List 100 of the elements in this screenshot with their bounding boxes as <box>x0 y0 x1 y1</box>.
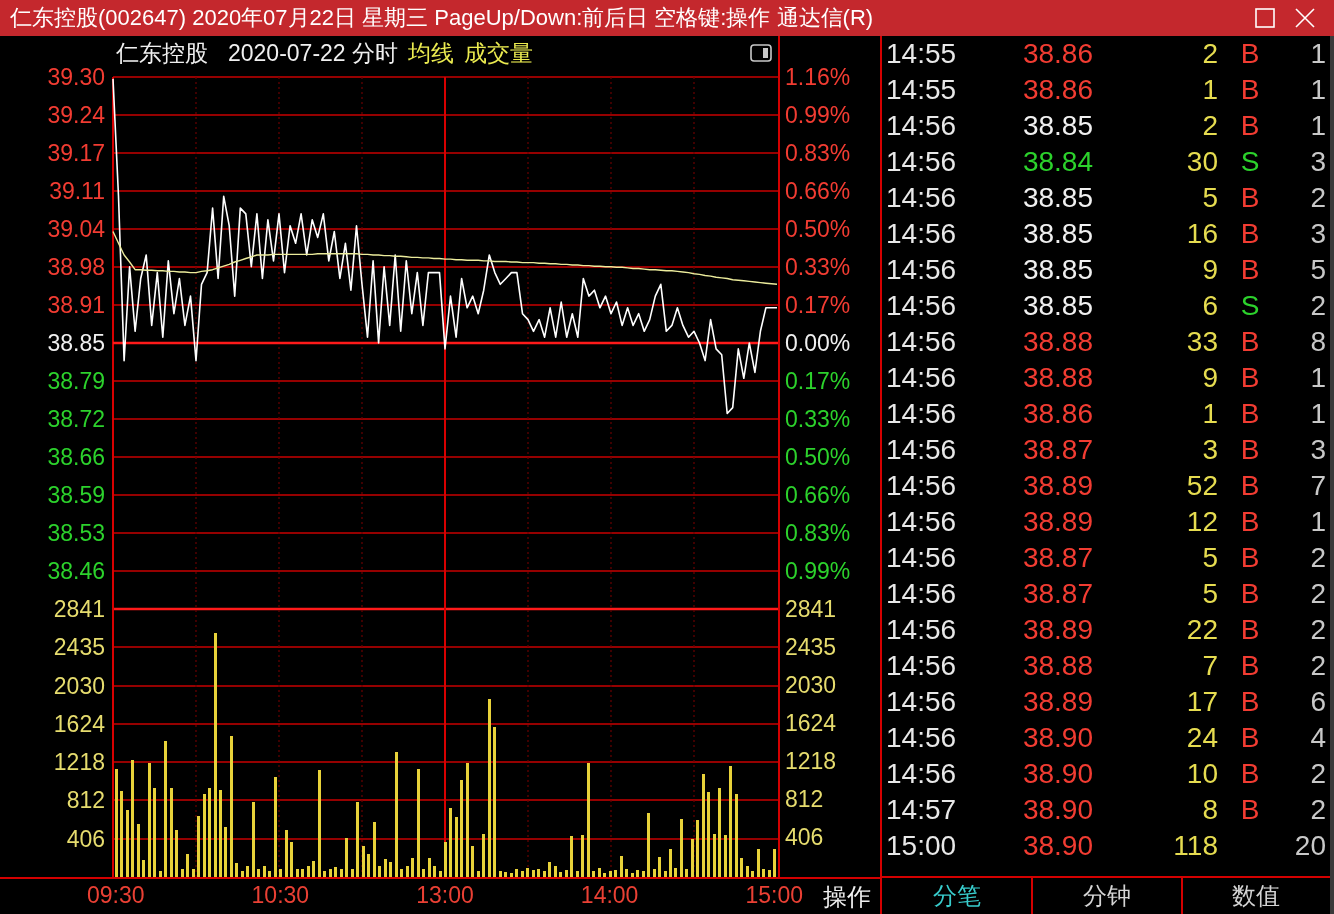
trade-side: B <box>1240 652 1260 680</box>
trade-price: 38.89 <box>1022 616 1093 644</box>
trade-volume: 2 <box>1202 40 1218 68</box>
trade-time: 14:55 <box>886 40 957 68</box>
trade-price: 38.86 <box>1022 76 1093 104</box>
trade-side: B <box>1240 328 1260 356</box>
price-axis-label: 38.59 <box>47 482 105 509</box>
trade-side: B <box>1240 40 1260 68</box>
trade-volume: 24 <box>1186 724 1218 752</box>
trade-time: 14:56 <box>886 544 957 572</box>
trade-volume: 5 <box>1202 580 1218 608</box>
trade-side: B <box>1240 580 1260 608</box>
percent-label: 0.50% <box>785 217 851 241</box>
trade-count: 1 <box>1310 508 1326 536</box>
volume-axis-label: 812 <box>785 787 824 811</box>
trade-time: 14:56 <box>886 328 957 356</box>
trade-time: 15:00 <box>886 832 957 860</box>
percent-label: 0.33% <box>785 407 851 431</box>
trade-count: 2 <box>1310 580 1326 608</box>
trade-volume: 1 <box>1202 400 1218 428</box>
trade-count: 2 <box>1310 760 1326 788</box>
trade-side: B <box>1240 688 1260 716</box>
percent-label: 0.99% <box>785 103 851 127</box>
trade-volume: 3 <box>1202 436 1218 464</box>
trade-count: 1 <box>1310 400 1326 428</box>
trade-side: B <box>1240 256 1260 284</box>
volume-axis-label: 1624 <box>785 711 837 735</box>
percent-label: 0.17% <box>785 293 851 317</box>
volume-axis-label: 1218 <box>53 749 105 776</box>
trade-time: 14:56 <box>886 256 957 284</box>
trade-price: 38.90 <box>1022 832 1093 860</box>
trade-price: 38.88 <box>1022 364 1093 392</box>
percent-label: 0.33% <box>785 255 851 279</box>
price-axis-label: 38.66 <box>47 444 105 470</box>
volume-axis-label: 812 <box>66 787 105 814</box>
volume-axis-label: 2841 <box>785 597 837 621</box>
trade-side: B <box>1240 724 1260 752</box>
percent-label: 0.50% <box>785 445 851 469</box>
trade-volume: 6 <box>1202 292 1218 320</box>
trade-price: 38.84 <box>1022 148 1093 176</box>
trade-count: 7 <box>1310 472 1326 500</box>
trade-count: 2 <box>1310 652 1326 680</box>
trade-price: 38.87 <box>1022 580 1093 608</box>
trade-count: 2 <box>1310 292 1326 320</box>
trade-count: 3 <box>1310 148 1326 176</box>
trade-time: 14:56 <box>886 292 957 320</box>
price-axis-label: 38.53 <box>47 520 105 546</box>
trade-side: S <box>1240 148 1260 176</box>
volume-axis-label: 406 <box>66 825 105 852</box>
price-axis-label: 38.85 <box>47 330 105 357</box>
trade-side: B <box>1240 364 1260 392</box>
trade-count: 1 <box>1310 112 1326 140</box>
price-axis-label: 39.04 <box>47 216 105 242</box>
chart-period: 2020-07-22 分时 <box>228 41 399 65</box>
trade-volume: 7 <box>1202 652 1218 680</box>
trade-count: 2 <box>1310 184 1326 212</box>
window-title: 仁东控股(002647) 2020年07月22日 星期三 PageUp/Down:前后日 空格键:操作 通达信(R) <box>10 4 874 32</box>
trade-volume: 33 <box>1186 328 1218 356</box>
trade-count: 3 <box>1310 436 1326 464</box>
trade-time: 14:56 <box>886 580 957 608</box>
indicator-label: 均线 <box>408 41 455 65</box>
trade-price: 38.89 <box>1022 508 1093 536</box>
volume-axis-label: 2841 <box>53 596 105 622</box>
trade-time: 14:56 <box>886 400 957 428</box>
price-axis-label: 38.72 <box>47 406 105 433</box>
trade-side: B <box>1240 112 1260 140</box>
trade-price: 38.90 <box>1022 796 1093 824</box>
trade-time: 14:55 <box>886 76 957 104</box>
trade-count: 6 <box>1310 688 1326 716</box>
trade-volume: 118 <box>1173 832 1218 860</box>
trade-side: B <box>1240 760 1260 788</box>
trade-side: B <box>1240 616 1260 644</box>
percent-label: 0.66% <box>785 179 851 203</box>
volume-axis-label: 2030 <box>785 673 837 697</box>
trade-price: 38.85 <box>1022 112 1093 140</box>
trade-count: 1 <box>1310 364 1326 392</box>
trade-volume: 30 <box>1186 148 1218 176</box>
trade-side: S <box>1240 292 1260 320</box>
trade-side: B <box>1240 508 1260 536</box>
trade-count: 20 <box>1294 832 1326 860</box>
trade-count: 3 <box>1310 220 1326 248</box>
trade-price: 38.87 <box>1022 544 1093 572</box>
volume-axis-label: 406 <box>785 825 824 849</box>
time-axis-label: 14:00 <box>580 882 639 908</box>
trade-side: B <box>1240 76 1260 104</box>
price-axis-label: 38.91 <box>47 292 105 318</box>
trade-price: 38.85 <box>1022 220 1093 248</box>
price-axis-label: 38.46 <box>47 558 105 585</box>
trade-side: B <box>1240 544 1260 572</box>
trade-count: 2 <box>1310 544 1326 572</box>
trade-volume: 5 <box>1202 544 1218 572</box>
price-axis-label: 38.98 <box>47 254 105 281</box>
trade-volume: 22 <box>1186 616 1218 644</box>
trade-time: 14:56 <box>886 220 957 248</box>
price-axis-label: 39.24 <box>47 102 105 129</box>
trade-count: 1 <box>1310 76 1326 104</box>
trade-price: 38.86 <box>1022 40 1093 68</box>
trade-volume: 8 <box>1202 796 1218 824</box>
trade-time: 14:56 <box>886 616 957 644</box>
indicator-label: 成交量 <box>464 41 534 65</box>
